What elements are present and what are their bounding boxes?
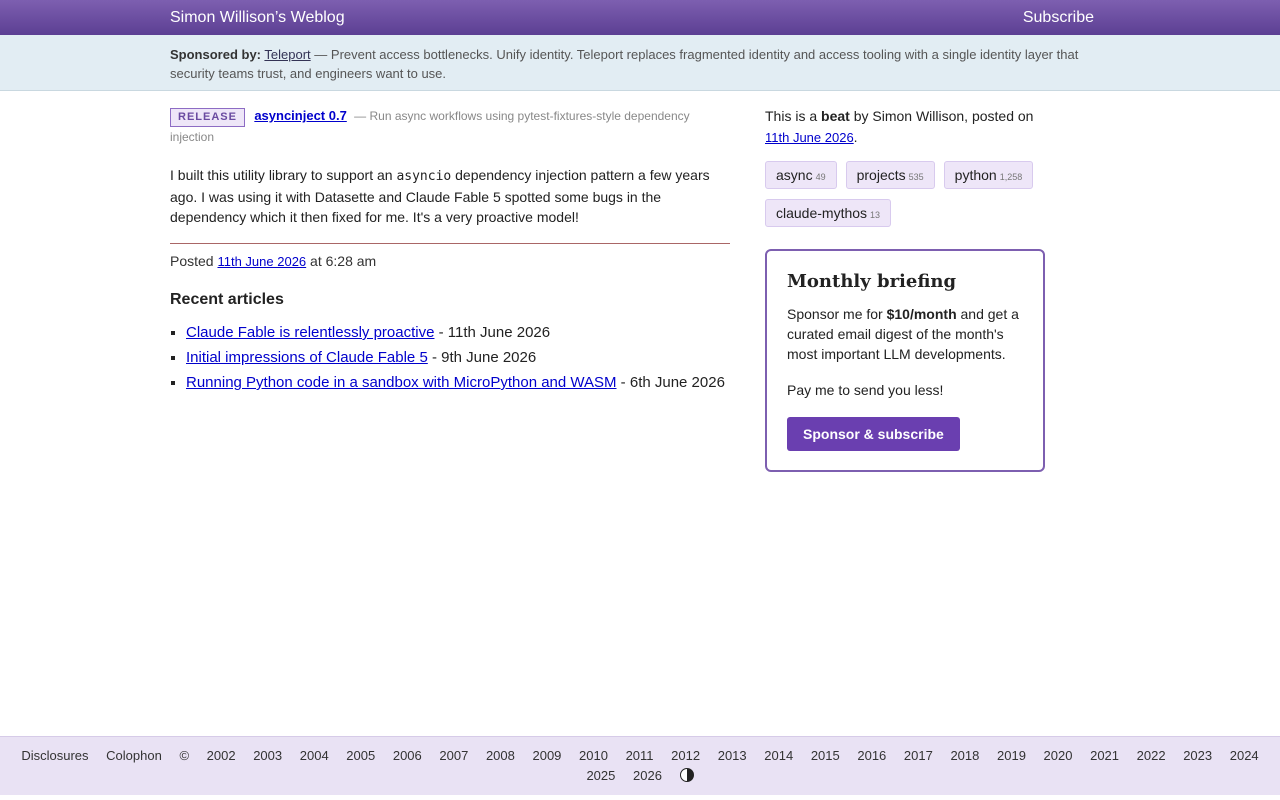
posted-line: Posted 11th June 2026 at 6:28 am (170, 253, 730, 269)
footer-year-link[interactable]: 2006 (393, 748, 422, 763)
footer-year-link[interactable]: 2022 (1137, 748, 1166, 763)
beat-word: beat (821, 108, 850, 124)
beat-end: . (853, 129, 858, 145)
footer-colophon-link[interactable]: Colophon (106, 748, 162, 763)
footer-year-link[interactable]: 2007 (439, 748, 468, 763)
footer-year-links: 2002 2003 2004 2005 2006 2007 2008 2009 … (200, 748, 1266, 783)
recent-article-date: - 11th June 2026 (434, 324, 551, 341)
sidebar: This is a beat by Simon Willison, posted… (765, 106, 1045, 472)
footer-year-link[interactable]: 2021 (1090, 748, 1119, 763)
recent-article-link[interactable]: Running Python code in a sandbox with Mi… (186, 374, 617, 391)
release-description: — Run async workflows using pytest-fixtu… (170, 109, 690, 144)
briefing-description: Sponsor me for $10/month and get a curat… (787, 304, 1023, 364)
footer-disclosures-link[interactable]: Disclosures (21, 748, 88, 763)
footer-year-link[interactable]: 2012 (671, 748, 700, 763)
footer-year-link[interactable]: 2013 (718, 748, 747, 763)
recent-article-date: - 9th June 2026 (427, 349, 537, 366)
footer-year-link[interactable]: 2016 (857, 748, 886, 763)
release-badge: RELEASE (170, 108, 245, 127)
top-nav-bar: Simon Willison’s Weblog Subscribe (0, 0, 1280, 35)
footer-year-link[interactable]: 2008 (486, 748, 515, 763)
footer-year-link[interactable]: 2003 (253, 748, 282, 763)
tag-async[interactable]: async 49 (765, 161, 837, 189)
footer-year-link[interactable]: 2026 (633, 768, 662, 783)
footer-year-link[interactable]: 2015 (811, 748, 840, 763)
tag-name: python (954, 167, 997, 183)
tag-count: 1,258 (999, 172, 1023, 182)
briefing-title: Monthly briefing (787, 271, 957, 292)
footer-year-link[interactable]: 2019 (997, 748, 1026, 763)
beat-body: I built this utility library to support … (170, 165, 730, 227)
footer-year-link[interactable]: 2025 (586, 768, 615, 783)
beat-suffix: by Simon Willison, posted on (849, 108, 1034, 124)
footer-year-link[interactable]: 2023 (1183, 748, 1212, 763)
tag-python[interactable]: python 1,258 (943, 161, 1034, 189)
footer-year-link[interactable]: 2004 (300, 748, 329, 763)
release-title-link[interactable]: asyncinject 0.7 (254, 108, 347, 123)
footer-copyright: © (179, 748, 190, 763)
posted-prefix: Posted (170, 253, 218, 269)
tag-name: async (776, 167, 813, 183)
recent-articles-heading: Recent articles (170, 291, 284, 308)
footer-year-link[interactable]: 2024 (1230, 748, 1259, 763)
contrast-toggle-icon[interactable] (679, 768, 694, 782)
footer-year-link[interactable]: 2011 (626, 748, 654, 763)
recent-article-link[interactable]: Claude Fable is relentlessly proactive (186, 324, 434, 341)
list-item: Running Python code in a sandbox with Mi… (186, 371, 730, 394)
briefing-price: $10/month (886, 306, 957, 322)
recent-article-link[interactable]: Initial impressions of Claude Fable 5 (186, 349, 428, 366)
tag-count: 13 (870, 210, 881, 220)
footer-year-link[interactable]: 2020 (1044, 748, 1073, 763)
footer-year-link[interactable]: 2005 (346, 748, 375, 763)
footer-year-link[interactable]: 2009 (532, 748, 561, 763)
tag-count: 49 (815, 172, 826, 182)
tag-list: async 49 projects 535 python 1,258 claude-m… (765, 161, 1045, 227)
sponsor-label: Sponsored by: (170, 47, 262, 62)
footer-year-link[interactable]: 2010 (579, 748, 608, 763)
footer-year-link[interactable]: 2014 (764, 748, 793, 763)
posted-time: at 6:28 am (306, 253, 377, 269)
list-item: Claude Fable is relentlessly proactive -… (186, 321, 730, 344)
sponsor-subscribe-button[interactable]: Sponsor & subscribe (787, 417, 960, 451)
inline-code: asyncio (396, 169, 452, 184)
sponsor-banner: Sponsored by: Teleport — Prevent access … (0, 35, 1280, 91)
briefing-text-1: Sponsor me for (787, 306, 887, 322)
divider (170, 243, 730, 244)
main-content: RELEASE asyncinject 0.7 — Run async work… (170, 106, 730, 396)
footer-year-link[interactable]: 2017 (904, 748, 933, 763)
recent-articles-list: Claude Fable is relentlessly proactive -… (170, 321, 730, 394)
site-title-link[interactable]: Simon Willison’s Weblog (170, 9, 345, 27)
beat-date-link[interactable]: 11th June 2026 (765, 130, 854, 145)
footer: Disclosures Colophon © 2002 2003 2004 20… (0, 736, 1280, 795)
beat-meta: This is a beat by Simon Willison, posted… (765, 106, 1045, 148)
footer-year-link[interactable]: 2018 (950, 748, 979, 763)
footer-year-link[interactable]: 2002 (207, 748, 236, 763)
tag-name: claude-mythos (776, 205, 868, 221)
briefing-tagline: Pay me to send you less! (787, 382, 944, 398)
posted-date-link[interactable]: 11th June 2026 (217, 254, 306, 269)
recent-article-date: - 6th June 2026 (616, 374, 725, 391)
tag-count: 535 (908, 172, 924, 182)
monthly-briefing-box: Monthly briefing Sponsor me for $10/mont… (765, 249, 1045, 472)
tag-name: projects (856, 167, 906, 183)
beat-prefix: This is a (765, 108, 822, 124)
subscribe-link[interactable]: Subscribe (1023, 9, 1094, 27)
list-item: Initial impressions of Claude Fable 5 - … (186, 346, 730, 369)
body-text-1: I built this utility library to support … (170, 167, 397, 183)
release-line: RELEASE asyncinject 0.7 — Run async work… (170, 106, 730, 147)
sponsor-link[interactable]: Teleport (264, 47, 310, 62)
tag-projects[interactable]: projects 535 (845, 161, 935, 189)
tag-claude-mythos[interactable]: claude-mythos 13 (765, 199, 892, 227)
